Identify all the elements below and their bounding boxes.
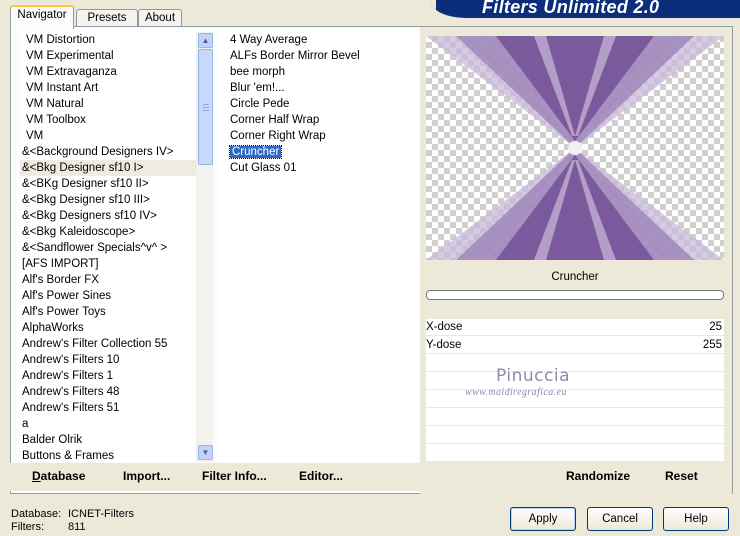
category-item[interactable]: Alf's Border FX [20,272,196,288]
tab-navigator[interactable]: Navigator [10,5,74,29]
help-button[interactable]: Help [663,507,729,531]
filter-info-button[interactable]: Filter Info... [202,469,267,483]
filter-item[interactable]: Cut Glass 01 [228,160,418,176]
category-item[interactable]: AlphaWorks [20,320,196,336]
category-scrollbar[interactable]: ▲ ▼ [196,32,213,462]
filter-list[interactable]: 4 Way Average ALFs Border Mirror Bevel bee… [218,32,418,462]
filter-item-label: Cut Glass 01 [230,162,297,174]
scroll-thumb[interactable] [198,49,213,165]
database-value: ICNET-Filters [68,508,134,520]
param-value: 25 [709,321,722,333]
param-row-y-dose[interactable]: Y-dose 255 [426,337,724,354]
category-item[interactable]: Buttons & Frames [20,448,196,462]
category-item[interactable]: a [20,416,196,432]
category-item[interactable]: [AFS IMPORT] [20,256,196,272]
apply-button[interactable]: Apply [510,507,576,531]
cruncher-preview [426,36,724,260]
category-item[interactable]: Andrew's Filter Collection 55 [20,336,196,352]
filter-item-label: Circle Pede [230,98,290,110]
watermark-url: www.maidiregrafica.eu [465,387,567,398]
param-row-empty [426,409,724,426]
param-row-empty [426,427,724,444]
reset-button[interactable]: Reset [665,469,698,483]
filter-item[interactable]: ALFs Border Mirror Bevel [228,48,418,64]
param-value: 255 [702,339,722,351]
category-item[interactable]: &<Sandflower Specials^v^ > [20,240,196,256]
category-list[interactable]: VM Distortion VM Experimental VM Extravaga… [20,32,196,462]
category-item[interactable]: &<Bkg Designers sf10 IV> [20,208,196,224]
category-item[interactable]: Alf's Power Sines [20,288,196,304]
category-item[interactable]: &<Background Designers IV> [20,144,196,160]
filter-item-label: bee morph [230,66,285,78]
database-label: Database: [11,508,62,520]
param-row-x-dose[interactable]: X-dose 25 [426,319,724,336]
param-label: Y-dose [426,339,462,351]
preview-filter-name: Cruncher [426,266,724,288]
category-item[interactable]: VM Natural [20,96,196,112]
category-item[interactable]: VM Distortion [20,32,196,48]
app-title: Filters Unlimited 2.0 [482,0,660,17]
category-item[interactable]: Alf's Power Toys [20,304,196,320]
category-item[interactable]: VM Toolbox [20,112,196,128]
filter-item[interactable]: 4 Way Average [228,32,418,48]
category-item[interactable]: Andrew's Filters 10 [20,352,196,368]
category-item[interactable]: Balder Olrik [20,432,196,448]
cancel-button[interactable]: Cancel [587,507,653,531]
scroll-down-icon[interactable]: ▼ [198,445,213,460]
category-item[interactable]: VM Instant Art [20,80,196,96]
randomize-button[interactable]: Randomize [566,469,630,483]
category-item[interactable]: VM [20,128,196,144]
filter-item-label: Corner Half Wrap [230,114,320,126]
category-item[interactable]: VM Experimental [20,48,196,64]
filter-item[interactable]: Blur 'em!... [228,80,418,96]
filter-item-label: 4 Way Average [230,34,308,46]
category-item[interactable]: &<Bkg Designer sf10 III> [20,192,196,208]
filter-item-label: Corner Right Wrap [230,130,326,142]
preview-image [426,36,724,260]
filter-item-label: Cruncher [228,145,283,159]
watermark-name: Pinuccia [496,366,570,386]
header-banner: Filters Unlimited 2.0 [430,0,740,18]
progress-bar [426,290,724,300]
scroll-up-icon[interactable]: ▲ [198,33,213,48]
filter-item[interactable]: Cruncher [228,144,418,160]
category-item[interactable]: &<Bkg Designer sf10 I> [20,160,196,176]
import-button[interactable]: Import... [123,469,170,483]
param-row-empty [426,355,724,372]
filters-count-value: 811 [68,521,86,533]
filter-item[interactable]: Corner Right Wrap [228,128,418,144]
category-item[interactable]: Andrew's Filters 1 [20,368,196,384]
database-button[interactable]: Database [32,469,85,483]
filter-item-label: ALFs Border Mirror Bevel [230,50,360,62]
category-item[interactable]: Andrew's Filters 51 [20,400,196,416]
category-item[interactable]: Andrew's Filters 48 [20,384,196,400]
grip-icon [203,104,209,111]
category-item[interactable]: VM Extravaganza [20,64,196,80]
category-item[interactable]: &<BKg Designer sf10 II> [20,176,196,192]
category-item[interactable]: &<Bkg Kaleidoscope> [20,224,196,240]
filter-item[interactable]: bee morph [228,64,418,80]
filter-item[interactable]: Circle Pede [228,96,418,112]
filter-item-label: Blur 'em!... [230,82,285,94]
param-label: X-dose [426,321,463,333]
editor-button[interactable]: Editor... [299,469,343,483]
filter-item[interactable]: Corner Half Wrap [228,112,418,128]
filters-count-label: Filters: [11,521,44,533]
param-row-empty [426,445,724,462]
